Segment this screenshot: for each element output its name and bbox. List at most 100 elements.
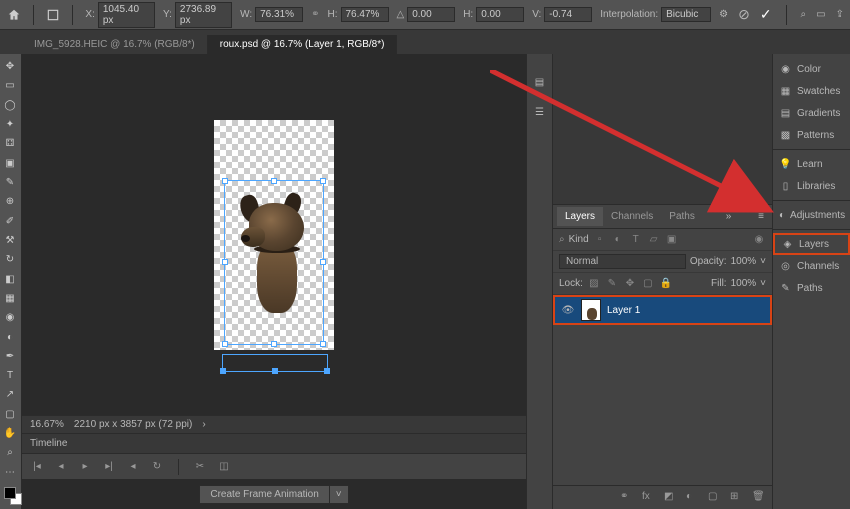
y-value[interactable]: 2736.89 px bbox=[175, 2, 232, 28]
frame-tool-icon[interactable]: ▣ bbox=[0, 155, 20, 172]
interp-value[interactable]: Bicubic bbox=[661, 7, 711, 22]
panel-collapse-icon[interactable]: » bbox=[722, 211, 736, 222]
zoom-tool-icon[interactable]: ⌕ bbox=[0, 444, 20, 461]
history-brush-icon[interactable]: ↻ bbox=[0, 251, 20, 268]
link-icon[interactable]: ⚭ bbox=[311, 9, 319, 20]
create-frame-animation-button[interactable]: Create Frame Animation bbox=[199, 485, 329, 504]
filter-smart-icon[interactable]: ▣ bbox=[665, 233, 679, 247]
tab-layers[interactable]: Layers bbox=[557, 207, 603, 226]
dock-item-paths[interactable]: ✎Paths bbox=[773, 277, 850, 299]
h-value[interactable]: 76.47% bbox=[341, 7, 389, 22]
gradient-tool-icon[interactable]: ▦ bbox=[0, 290, 20, 307]
scissors-icon[interactable]: ✂ bbox=[193, 460, 207, 474]
commit-icon[interactable]: ✓ bbox=[760, 6, 772, 23]
document-tab[interactable]: roux.psd @ 16.7% (Layer 1, RGB/8*) bbox=[208, 35, 398, 54]
tab-paths[interactable]: Paths bbox=[661, 207, 703, 226]
eraser-tool-icon[interactable]: ◧ bbox=[0, 270, 20, 287]
dock-item-channels[interactable]: ◎Channels bbox=[773, 255, 850, 277]
blur-tool-icon[interactable]: ◉ bbox=[0, 309, 20, 326]
share-icon[interactable]: ⇪ bbox=[836, 9, 844, 20]
filter-toggle-icon[interactable]: ◉ bbox=[752, 233, 766, 247]
home-icon[interactable] bbox=[6, 7, 21, 23]
adjustment-layer-icon[interactable]: ◐ bbox=[686, 491, 700, 505]
dock-item-color[interactable]: ◉Color bbox=[773, 58, 850, 80]
cancel-icon[interactable]: ⊘ bbox=[738, 6, 750, 23]
warp-icon[interactable]: ⚙ bbox=[719, 9, 728, 20]
lock-pos-icon[interactable]: ✥ bbox=[623, 277, 637, 291]
dock-item-swatches[interactable]: ▦Swatches bbox=[773, 80, 850, 102]
lock-artboard-icon[interactable]: ▢ bbox=[641, 277, 655, 291]
delete-layer-icon[interactable]: 🗑 bbox=[752, 491, 766, 505]
transform-handle[interactable] bbox=[272, 368, 278, 374]
opacity-value[interactable]: 100% bbox=[731, 256, 757, 267]
x-value[interactable]: 1045.40 px bbox=[98, 2, 155, 28]
play-icon[interactable]: ▸ bbox=[78, 460, 92, 474]
angle-value[interactable]: 0.00 bbox=[407, 7, 455, 22]
eyedropper-tool-icon[interactable]: ✎ bbox=[0, 174, 20, 191]
chevron-down-icon[interactable]: ˅ bbox=[760, 278, 766, 289]
skew-h-value[interactable]: 0.00 bbox=[476, 7, 524, 22]
move-tool-icon[interactable]: ✥ bbox=[0, 58, 20, 75]
fill-value[interactable]: 100% bbox=[731, 278, 757, 289]
skew-v-value[interactable]: -0.74 bbox=[544, 7, 592, 22]
new-layer-icon[interactable]: ⊞ bbox=[730, 491, 744, 505]
document-tab[interactable]: IMG_5928.HEIC @ 16.7% (RGB/8*) bbox=[22, 35, 208, 54]
lasso-tool-icon[interactable]: ◯ bbox=[0, 97, 20, 114]
heal-tool-icon[interactable]: ⊕ bbox=[0, 193, 20, 210]
prev-frame-icon[interactable]: ◂ bbox=[54, 460, 68, 474]
tab-channels[interactable]: Channels bbox=[603, 207, 661, 226]
marquee-tool-icon[interactable]: ▭ bbox=[0, 77, 20, 94]
filter-adjust-icon[interactable]: ◐ bbox=[611, 233, 625, 247]
canvas-area[interactable] bbox=[22, 54, 526, 415]
dock-item-adjustments[interactable]: ◐Adjustments bbox=[773, 204, 850, 226]
timeline-header[interactable]: Timeline bbox=[22, 433, 526, 453]
pen-tool-icon[interactable]: ✒ bbox=[0, 348, 20, 365]
crop-preset-icon[interactable] bbox=[46, 8, 60, 22]
lock-all-icon[interactable]: 🔒 bbox=[659, 277, 673, 291]
layer-name[interactable]: Layer 1 bbox=[607, 305, 640, 316]
zoom-level[interactable]: 16.67% bbox=[30, 419, 64, 430]
frame-animation-dropdown[interactable]: ˅ bbox=[330, 485, 349, 504]
dock-item-learn[interactable]: 💡Learn bbox=[773, 153, 850, 175]
wand-tool-icon[interactable]: ✦ bbox=[0, 116, 20, 133]
stamp-tool-icon[interactable]: ⚒ bbox=[0, 232, 20, 249]
dock-item-libraries[interactable]: ▯Libraries bbox=[773, 175, 850, 197]
artboard[interactable] bbox=[214, 120, 334, 350]
history-panel-icon[interactable]: ▤ bbox=[532, 74, 548, 90]
document-dimensions[interactable]: 2210 px x 3857 px (72 ppi) bbox=[74, 419, 192, 430]
lock-paint-icon[interactable]: ✎ bbox=[605, 277, 619, 291]
filter-pixel-icon[interactable]: ▫ bbox=[593, 233, 607, 247]
arrange-icon[interactable]: ▭ bbox=[816, 9, 825, 20]
path-tool-icon[interactable]: ↗ bbox=[0, 386, 20, 403]
layer-style-icon[interactable]: fx bbox=[642, 491, 656, 505]
next-frame-icon[interactable]: ▸| bbox=[102, 460, 116, 474]
layer-thumbnail[interactable] bbox=[581, 299, 601, 321]
layer-row[interactable]: 👁 Layer 1 bbox=[553, 295, 772, 325]
crop-tool-icon[interactable]: ⚃ bbox=[0, 135, 20, 152]
chevron-down-icon[interactable]: ˅ bbox=[760, 256, 766, 267]
lock-trans-icon[interactable]: ▨ bbox=[587, 277, 601, 291]
first-frame-icon[interactable]: |◂ bbox=[30, 460, 44, 474]
dock-item-patterns[interactable]: ▩Patterns bbox=[773, 124, 850, 146]
type-tool-icon[interactable]: T bbox=[0, 367, 20, 384]
panel-menu-icon[interactable]: ≡ bbox=[754, 211, 768, 222]
visibility-eye-icon[interactable]: 👁 bbox=[561, 305, 575, 316]
status-chevron-icon[interactable]: › bbox=[202, 419, 205, 430]
loop-icon[interactable]: ↻ bbox=[150, 460, 164, 474]
dock-item-gradients[interactable]: ▤Gradients bbox=[773, 102, 850, 124]
more-tools-icon[interactable]: ⋯ bbox=[0, 464, 20, 481]
filter-type-icon[interactable]: T bbox=[629, 233, 643, 247]
audio-icon[interactable]: ◂ bbox=[126, 460, 140, 474]
group-icon[interactable]: ▢ bbox=[708, 491, 722, 505]
search-icon[interactable]: ⌕ bbox=[801, 9, 807, 20]
filter-shape-icon[interactable]: ▱ bbox=[647, 233, 661, 247]
layer-mask-icon[interactable]: ◩ bbox=[664, 491, 678, 505]
color-swatches[interactable] bbox=[0, 483, 21, 509]
transform-handle[interactable] bbox=[220, 368, 226, 374]
w-value[interactable]: 76.31% bbox=[255, 7, 303, 22]
dodge-tool-icon[interactable]: ◐ bbox=[0, 328, 20, 345]
dock-item-layers[interactable]: ◈Layers bbox=[773, 233, 850, 255]
blend-mode-select[interactable]: Normal bbox=[559, 254, 686, 269]
link-layers-icon[interactable]: ⚭ bbox=[620, 491, 634, 505]
properties-panel-icon[interactable]: ☰ bbox=[532, 104, 548, 120]
